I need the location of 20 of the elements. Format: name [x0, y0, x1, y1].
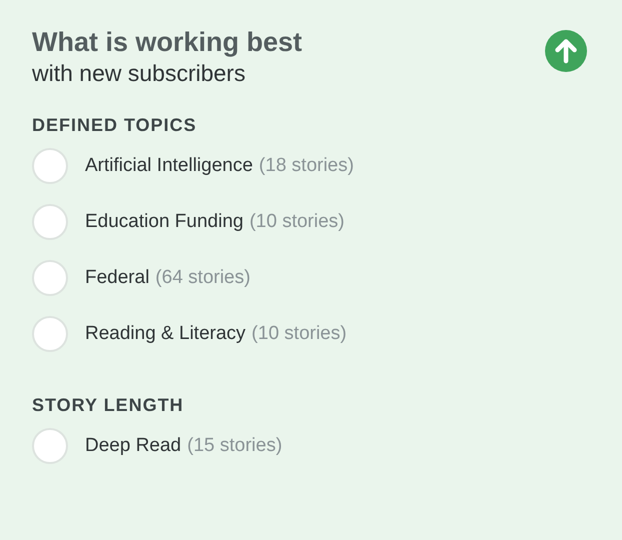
story-count: (64 stories) — [155, 267, 250, 289]
panel-subtitle: with new subscribers — [32, 59, 246, 88]
radio-button[interactable] — [32, 260, 68, 296]
story-count: (15 stories) — [187, 435, 282, 457]
option-label[interactable]: Deep Read — [85, 435, 182, 457]
arrow-up-icon[interactable] — [545, 30, 587, 72]
option-label[interactable]: Reading & Literacy — [85, 323, 246, 345]
section-heading: STORY LENGTH — [32, 394, 185, 416]
story-count: (10 stories) — [249, 211, 344, 233]
radio-button[interactable] — [32, 316, 68, 352]
radio-button[interactable] — [32, 148, 68, 184]
option-label[interactable]: Federal — [85, 267, 150, 289]
radio-button[interactable] — [32, 428, 68, 464]
option-label[interactable]: Education Funding — [85, 211, 244, 233]
story-count: (18 stories) — [258, 155, 354, 177]
section-heading: DEFINED TOPICS — [32, 114, 198, 136]
radio-button[interactable] — [32, 204, 68, 240]
panel-title: What is working best — [32, 26, 302, 58]
option-label[interactable]: Artificial Intelligence — [85, 155, 253, 177]
story-count: (10 stories) — [252, 323, 347, 345]
